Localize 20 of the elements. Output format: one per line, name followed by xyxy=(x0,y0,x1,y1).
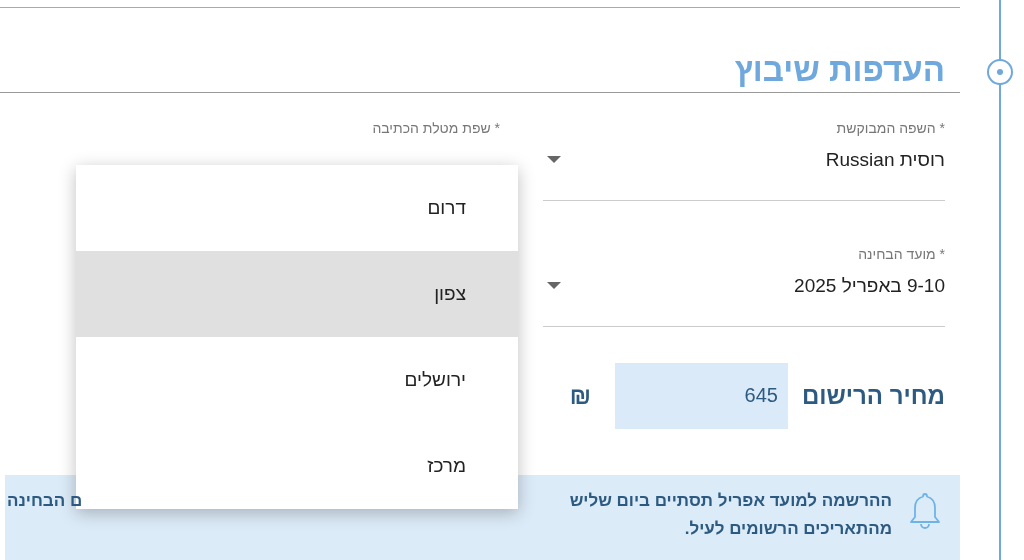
notice-text: ם הבחינה xyxy=(6,490,83,511)
field-label: * מועד הבחינה xyxy=(857,244,945,263)
price-field: 645 xyxy=(614,362,788,429)
caret-icon xyxy=(547,281,561,290)
price-label: מחיר הרישום xyxy=(801,381,945,410)
currency-sign: ₪ xyxy=(569,381,591,410)
field-value: רוסית Russian xyxy=(825,148,945,171)
menu-option[interactable]: צפון xyxy=(76,250,518,337)
select-field[interactable]: * מועד הבחינה 9-10 באפריל 2025 xyxy=(543,240,945,327)
notice-text: מהתאריכים הרשומים לעיל. xyxy=(683,518,892,539)
menu-option[interactable]: ירושלים xyxy=(76,336,518,423)
field-label: * השפה המבוקשת xyxy=(835,118,945,137)
field-label: * שפת מטלת הכתיבה xyxy=(371,118,501,137)
notice-text: ההרשמה למועד אפריל תסתיים ביום שליש xyxy=(569,490,892,511)
section-title: העדפות שיבוץ xyxy=(734,49,945,90)
menu-option[interactable]: דרום xyxy=(76,164,518,251)
caret-icon xyxy=(547,155,561,164)
field-value: 9-10 באפריל 2025 xyxy=(794,274,945,297)
select-field[interactable]: * השפה המבוקשת רוסית Russian xyxy=(543,114,945,201)
bell-icon xyxy=(908,490,942,531)
